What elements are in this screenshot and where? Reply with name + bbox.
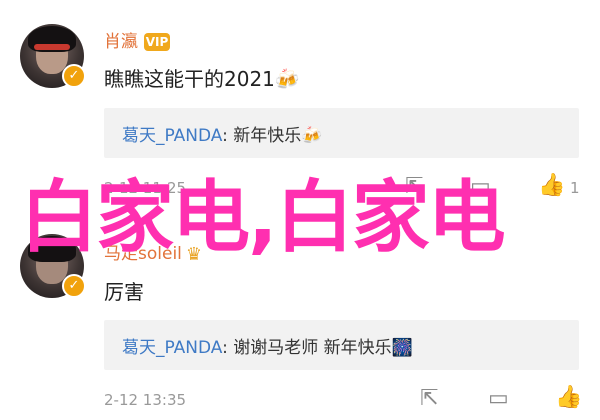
username-text[interactable]: 肖瀛 xyxy=(104,32,138,52)
verified-badge-icon: ✓ xyxy=(62,64,86,88)
reply-separator: : xyxy=(222,338,234,358)
overlay-text: 白家电,白家电 xyxy=(20,173,506,263)
comment-icon[interactable]: ▭ xyxy=(488,388,509,410)
reply-separator: : xyxy=(222,126,234,146)
reply-username[interactable]: 葛天_PANDA xyxy=(122,338,222,358)
reply-line: 葛天_PANDA: 新年快乐🍻 xyxy=(122,121,322,146)
verified-badge-icon: ✓ xyxy=(62,274,86,298)
comment-time: 2-12 13:35 xyxy=(104,391,187,409)
comment-text: 瞧瞧这能干的2021🍻 xyxy=(104,67,300,91)
reply-box[interactable]: 葛天_PANDA: 谢谢马老师 新年快乐🎆 xyxy=(104,320,579,370)
reply-text: 新年快乐🍻 xyxy=(233,126,323,146)
thumbs-up-icon[interactable]: 👍 xyxy=(555,387,582,409)
reply-box[interactable]: 葛天_PANDA: 新年快乐🍻 xyxy=(104,108,579,158)
avatar-headband xyxy=(34,44,70,50)
reply-username[interactable]: 葛天_PANDA xyxy=(122,126,222,146)
reply-line: 葛天_PANDA: 谢谢马老师 新年快乐🎆 xyxy=(122,333,413,358)
reply-text: 谢谢马老师 新年快乐🎆 xyxy=(233,338,413,358)
member-level-icon: VIP xyxy=(144,33,170,51)
comment-text: 厉害 xyxy=(104,280,144,304)
username[interactable]: 肖瀛 VIP xyxy=(104,27,170,52)
share-icon[interactable]: ⇱ xyxy=(420,388,438,410)
